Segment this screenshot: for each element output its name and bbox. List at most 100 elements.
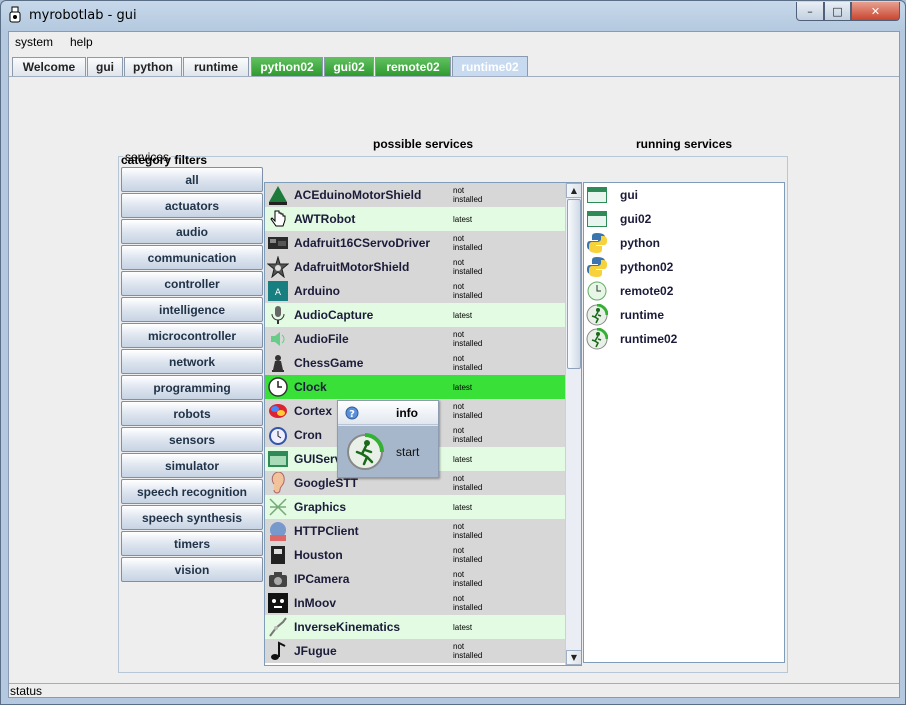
tab-python[interactable]: python [124,57,182,76]
running-service-row[interactable]: runtime02 [584,327,784,351]
running-service-row[interactable]: gui02 [584,207,784,231]
service-status: not installed [453,594,483,612]
arduino-board-icon: A [266,279,290,303]
service-status: latest [453,311,473,320]
arduino-triangle-icon [266,183,290,207]
running-service-name: gui02 [620,212,652,226]
service-status: latest [453,623,473,632]
filter-programming[interactable]: programming [121,375,263,400]
camera-icon [266,567,290,591]
inmoov-face-icon [266,591,290,615]
service-name: ChessGame [294,356,364,370]
service-name: Adafruit16CServoDriver [294,236,431,250]
menu-help[interactable]: help [70,35,93,49]
service-row[interactable]: HTTPClient not installed [265,519,565,543]
circuit-board-icon [266,231,290,255]
scroll-down-arrow-icon[interactable]: ▼ [566,650,581,665]
runtime-runner-icon [585,303,609,327]
service-row[interactable]: AWTRobot latest [265,207,565,231]
filter-sensors[interactable]: sensors [121,427,263,452]
tab-python02[interactable]: python02 [251,57,323,76]
service-row[interactable]: AdafruitMotorShield not installed [265,255,565,279]
service-name: Cortex [294,404,333,418]
filter-simulator[interactable]: simulator [121,453,263,478]
filter-robots[interactable]: robots [121,401,263,426]
filter-communication[interactable]: communication [121,245,263,270]
service-row[interactable]: IPCamera not installed [265,567,565,591]
filter-all[interactable]: all [121,167,263,192]
running-services-header: running services [636,137,733,151]
service-name: Graphics [294,500,347,514]
service-name: AudioFile [294,332,349,346]
service-name: InverseKinematics [294,620,401,634]
filter-timers[interactable]: timers [121,531,263,556]
service-row[interactable]: JFugue not installed [265,639,565,663]
service-name: Cron [294,428,322,442]
gui-window-icon [585,183,609,207]
start-label: start [396,444,420,459]
filter-actuators[interactable]: actuators [121,193,263,218]
runner-start-icon [347,432,384,470]
window-icon [266,447,290,471]
tab-runtime[interactable]: runtime [183,57,249,76]
filter-network[interactable]: network [121,349,263,374]
service-status: not installed [453,186,483,204]
running-service-name: python02 [620,260,674,274]
clock-icon [266,375,290,399]
start-menu-item[interactable]: start [338,426,438,477]
title-bar[interactable]: myrobotlab - gui – □ ✕ [1,1,905,31]
filter-controller[interactable]: controller [121,271,263,296]
filter-vision[interactable]: vision [121,557,263,582]
service-status: not installed [453,330,483,348]
running-service-name: gui [620,188,638,202]
service-row[interactable]: Clock latest [265,375,565,399]
service-status: not installed [453,354,483,372]
service-row[interactable]: Graphics latest [265,495,565,519]
tab-gui[interactable]: gui [87,57,123,76]
service-row[interactable]: InMoov not installed [265,591,565,615]
running-service-row[interactable]: python [584,231,784,255]
filter-speech-recognition[interactable]: speech recognition [121,479,263,504]
tab-gui02[interactable]: gui02 [324,57,374,76]
service-row[interactable]: AudioCapture latest [265,303,565,327]
service-status: not installed [453,642,483,660]
running-service-row[interactable]: python02 [584,255,784,279]
chess-piece-icon [266,351,290,375]
filter-speech-synthesis[interactable]: speech synthesis [121,505,263,530]
filter-intelligence[interactable]: intelligence [121,297,263,322]
possible-services-scrollbar[interactable]: ▲ ▼ [565,183,581,665]
service-context-menu: ? info start [337,400,439,478]
info-menu-item[interactable]: ? info [338,401,438,425]
service-row[interactable]: A Arduino not installed [265,279,565,303]
microphone-icon [266,303,290,327]
tab-runtime02[interactable]: runtime02 [452,56,528,76]
minimize-button[interactable]: – [796,2,824,21]
filter-microcontroller[interactable]: microcontroller [121,323,263,348]
info-label: info [396,405,418,420]
maximize-button[interactable]: □ [824,2,851,21]
service-status: not installed [453,234,483,252]
menu-system[interactable]: system [15,35,53,49]
svg-text:A: A [275,288,282,298]
service-status: not installed [453,426,483,444]
tab-remote02[interactable]: remote02 [375,57,451,76]
service-row[interactable]: InverseKinematics latest [265,615,565,639]
running-services-list[interactable]: gui gui02 python python02 remote02 runtime run… [583,182,785,663]
scroll-up-arrow-icon[interactable]: ▲ [566,183,581,198]
service-row[interactable]: AudioFile not installed [265,327,565,351]
service-row[interactable]: ACEduinoMotorShield not installed [265,183,565,207]
running-service-row[interactable]: runtime [584,303,784,327]
filter-audio[interactable]: audio [121,219,263,244]
category-filters-label: category filters [121,153,208,167]
tab-welcome[interactable]: Welcome [12,57,86,76]
python-icon [585,255,609,279]
service-row[interactable]: Houston not installed [265,543,565,567]
running-service-row[interactable]: remote02 [584,279,784,303]
running-service-row[interactable]: gui [584,183,784,207]
scroll-thumb[interactable] [567,199,581,369]
service-row[interactable]: Adafruit16CServoDriver not installed [265,231,565,255]
service-name: InMoov [294,596,336,610]
close-button[interactable]: ✕ [851,2,900,21]
service-row[interactable]: ChessGame not installed [265,351,565,375]
runtime-runner-icon [585,327,609,351]
